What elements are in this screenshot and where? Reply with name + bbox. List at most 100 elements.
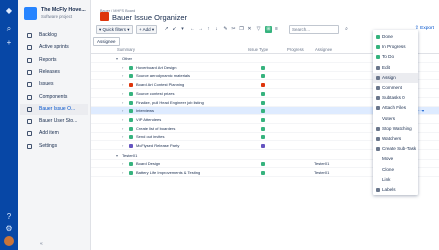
menu-item-create-sub-task[interactable]: Create Sub-Task — [373, 144, 418, 154]
chevron-down-icon[interactable]: ▾ — [116, 55, 118, 63]
menu-item-voters[interactable]: Voters — [373, 114, 418, 124]
quick-filters-label: Quick filters — [102, 27, 127, 32]
menu-item-label: Labels — [382, 187, 396, 192]
menu-item-label: Watchers — [382, 136, 402, 141]
sidebar-item-2[interactable]: Reports — [20, 55, 88, 66]
summary-cell: Battery Life Improvements & Testing — [136, 170, 201, 176]
add-button[interactable]: + Add ▾ — [136, 25, 158, 34]
chevron-down-icon[interactable]: ▾ — [116, 152, 118, 160]
quick-filters-button[interactable]: ▾ Quick filters ▾ — [96, 25, 133, 34]
collapse-icon[interactable]: ↙ — [171, 26, 178, 33]
releases-icon — [27, 69, 32, 75]
sidebar-item-6[interactable]: Bauer Issue O... — [20, 103, 88, 115]
sidebar-item-3[interactable]: Releases — [20, 67, 88, 78]
menu-item-labels[interactable]: Labels — [373, 185, 418, 195]
delete-icon[interactable]: ✕ — [246, 26, 253, 33]
tag-icon — [376, 188, 380, 192]
issue-type-icon — [261, 109, 265, 114]
search-icon[interactable]: ⌕ — [4, 24, 14, 34]
column-header[interactable]: Assignee — [315, 47, 332, 52]
chevron-right-icon[interactable]: › — [122, 81, 123, 89]
move-down-icon[interactable]: ↓ — [213, 26, 220, 33]
chevron-right-icon[interactable]: › — [122, 125, 123, 133]
issue-type-icon — [261, 144, 265, 148]
plus-icon[interactable]: + — [4, 38, 14, 48]
column-header[interactable]: Progress — [287, 47, 304, 52]
sidebar-item-label: Reports — [39, 56, 57, 63]
avatar[interactable] — [4, 236, 14, 246]
chevron-right-icon[interactable]: › — [122, 116, 123, 124]
search-input[interactable]: Search... — [289, 25, 339, 34]
chevron-right-icon[interactable]: › — [122, 169, 123, 177]
sidebar-item-5[interactable]: Components — [20, 92, 88, 103]
help-icon[interactable]: ? — [4, 212, 14, 222]
menu-item-done[interactable]: Done — [373, 32, 418, 42]
menu-item-attach-files[interactable]: Attach Files — [373, 103, 418, 113]
chevron-right-icon[interactable]: › — [122, 90, 123, 98]
search-icon[interactable]: ⌕ — [343, 26, 350, 33]
story-icon — [129, 91, 133, 96]
row-actions-icon[interactable]: ⋯▾ — [418, 107, 424, 115]
project-header[interactable]: The McFly Hove... Software project — [24, 7, 88, 25]
menu-item-label: Done — [382, 34, 393, 39]
gear-icon — [27, 143, 32, 149]
sidebar-item-9[interactable]: Settings — [20, 141, 88, 152]
hierarchy-icon[interactable]: ⊞ — [265, 26, 272, 33]
menu-item-label: Assign — [382, 74, 396, 80]
chevron-right-icon[interactable]: › — [122, 107, 123, 115]
comment-icon — [376, 86, 380, 90]
chevron-right-icon[interactable]: › — [122, 142, 123, 150]
menu-item-stop-watching[interactable]: Stop Watching — [373, 124, 418, 134]
summary-cell: Source contest prizes — [136, 90, 175, 96]
menu-item-edit[interactable]: Edit — [373, 63, 418, 73]
cut-icon[interactable]: ✂ — [230, 26, 237, 33]
menu-item-subtasks-0[interactable]: Subtasks 0 — [373, 93, 418, 103]
column-header[interactable]: Summary — [117, 47, 135, 52]
filter-icon[interactable]: ▽ — [255, 26, 262, 33]
menu-item-to-do[interactable]: To Do — [373, 52, 418, 62]
chevron-right-icon[interactable]: › — [122, 133, 123, 141]
app-icon — [27, 106, 32, 112]
sidebar-item-4[interactable]: Issues — [20, 79, 88, 90]
indent-icon[interactable]: → — [197, 26, 204, 33]
menu-item-move[interactable]: Move — [373, 154, 418, 164]
menu-item-clone[interactable]: Clone — [373, 165, 418, 175]
sidebar-item-0[interactable]: Backlog — [20, 30, 88, 41]
assignee-cell[interactable]: Tester01 — [314, 160, 329, 168]
chevron-right-icon[interactable]: › — [122, 72, 123, 80]
issues-icon — [27, 82, 32, 88]
sidebar-item-1[interactable]: Active sprints — [20, 42, 88, 53]
issue-type-icon — [261, 83, 265, 88]
summary-cell: McFlysed Release Party — [136, 143, 180, 148]
status-icon — [376, 55, 380, 60]
edit-icon[interactable]: ✎ — [222, 26, 229, 33]
assignee-cell[interactable]: Tester01 — [314, 169, 329, 177]
story-icon — [129, 109, 133, 114]
paperclip-icon — [376, 106, 380, 111]
menu-item-link[interactable]: Link — [373, 175, 418, 185]
issue-type-icon — [261, 135, 265, 140]
menu-item-assign[interactable]: Assign — [373, 72, 418, 83]
sidebar-item-8[interactable]: Add item — [20, 128, 88, 139]
menu-item-comment[interactable]: Comment — [373, 83, 418, 93]
settings-icon[interactable]: ⚙ — [4, 224, 14, 234]
column-header[interactable]: Issue Type — [248, 47, 268, 52]
assignee-filter-chip[interactable]: Assignee — [93, 37, 120, 46]
more-icon[interactable]: ▾ — [179, 26, 186, 33]
copy-icon[interactable]: ❐ — [238, 26, 245, 33]
menu-item-in-progress[interactable]: In Progress — [373, 42, 418, 52]
expand-icon[interactable]: ↗ — [163, 26, 170, 33]
move-up-icon[interactable]: ↑ — [205, 26, 212, 33]
menu-item-watchers[interactable]: Watchers — [373, 134, 418, 144]
collapse-sidebar-icon[interactable]: « — [40, 241, 43, 247]
chevron-right-icon[interactable]: › — [122, 99, 123, 107]
chevron-right-icon[interactable]: › — [122, 64, 123, 72]
list-icon[interactable]: ≡ — [273, 26, 280, 33]
sidebar-item-7[interactable]: Bauer User Sto... — [20, 116, 88, 127]
menu-item-label: Voters — [382, 115, 396, 121]
chevron-right-icon[interactable]: › — [122, 160, 123, 168]
menu-item-label: Attach Files — [382, 105, 406, 111]
jira-logo-icon[interactable]: ◆ — [4, 6, 14, 16]
summary-cell: Hoverboard Art Design — [136, 64, 177, 70]
outdent-icon[interactable]: ← — [189, 26, 196, 33]
